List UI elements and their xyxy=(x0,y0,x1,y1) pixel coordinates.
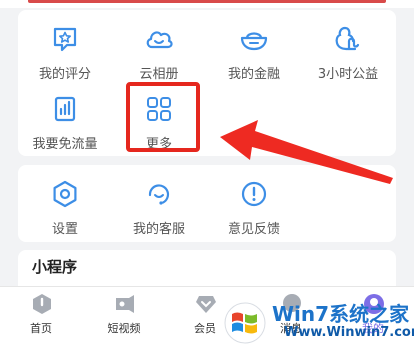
settings-item-settings[interactable]: 设置 xyxy=(18,173,112,237)
service-my-finance[interactable]: 我的金融 xyxy=(207,18,301,82)
annotation-arrow xyxy=(220,120,393,184)
service-label: 我的金融 xyxy=(227,67,280,82)
watermark-title: Win7系统之家 xyxy=(272,302,410,326)
free-data-icon xyxy=(54,96,76,122)
watermark-url: Www.Winwin7.com xyxy=(284,325,414,340)
service-my-rating[interactable]: 我的评分 xyxy=(18,18,112,82)
header-strip xyxy=(0,0,414,8)
mini-programs-title: 小程序 xyxy=(32,258,78,276)
home-icon xyxy=(33,294,51,314)
service-label: 我的评分 xyxy=(38,67,91,82)
service-label: 云相册 xyxy=(139,67,179,82)
finance-icon xyxy=(240,32,268,51)
service-3h-charity[interactable]: 3小时公益 xyxy=(301,18,395,82)
customer-service-icon xyxy=(148,184,170,205)
mini-programs-card: 小程序 xyxy=(18,250,396,290)
settings-label: 设置 xyxy=(51,222,78,237)
nav-label: 短视频 xyxy=(107,322,141,335)
rating-icon xyxy=(53,27,77,52)
settings-label: 意见反馈 xyxy=(227,222,280,237)
charity-icon xyxy=(335,26,360,51)
vip-icon xyxy=(196,296,216,313)
cloud-album-icon xyxy=(146,31,173,49)
short-video-icon xyxy=(116,295,134,313)
windows-logo-icon xyxy=(224,302,266,344)
header-accent xyxy=(28,0,386,3)
service-label: 3小时公益 xyxy=(317,67,379,82)
service-free-data[interactable]: 我要免流量 xyxy=(18,88,112,152)
settings-label: 我的客服 xyxy=(132,222,185,237)
nav-tab-short-video[interactable]: 短视频 xyxy=(89,287,159,351)
highlight-box xyxy=(126,82,200,152)
settings-item-customer-service[interactable]: 我的客服 xyxy=(112,173,206,237)
watermark: Win7系统之家 Www.Winwin7.com xyxy=(218,292,414,350)
service-label: 我要免流量 xyxy=(32,137,98,152)
nav-label: 首页 xyxy=(30,322,52,335)
settings-icon xyxy=(53,180,77,208)
nav-tab-home[interactable]: 首页 xyxy=(6,287,76,351)
service-cloud-album[interactable]: 云相册 xyxy=(112,18,206,82)
